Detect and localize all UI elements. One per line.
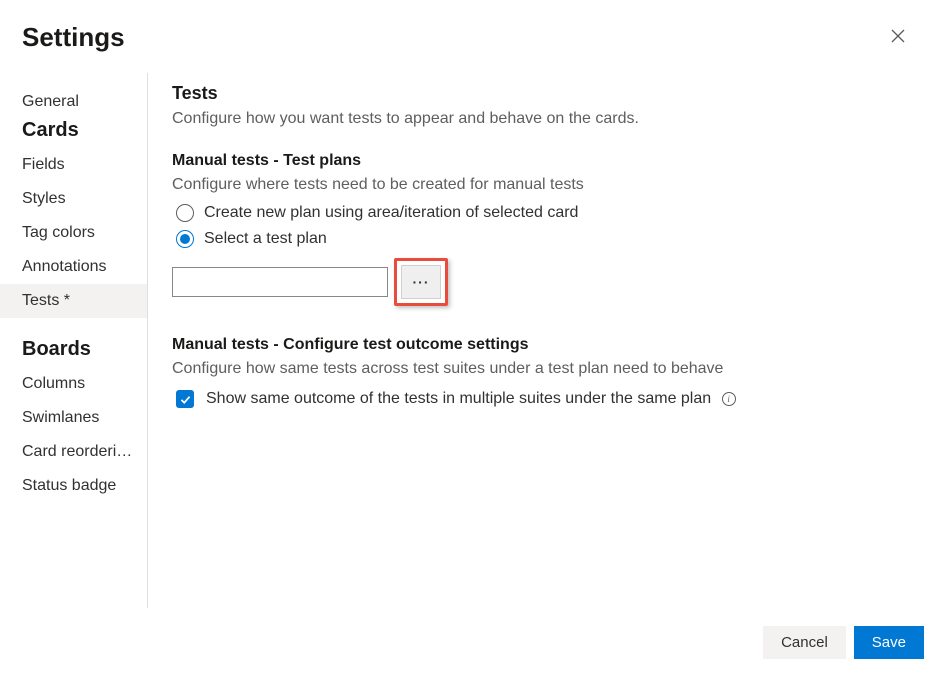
radio-row-select-plan[interactable]: Select a test plan bbox=[176, 230, 912, 248]
subsection-title-plans: Manual tests - Test plans bbox=[172, 152, 912, 170]
browse-highlight: ··· bbox=[394, 258, 448, 306]
plan-select-row: ··· bbox=[172, 258, 912, 306]
subsection-title-outcome: Manual tests - Configure test outcome se… bbox=[172, 336, 912, 354]
sidebar-item-general[interactable]: General bbox=[0, 85, 147, 119]
subsection-desc-plans: Configure where tests need to be created… bbox=[172, 176, 912, 194]
sidebar-item-fields[interactable]: Fields bbox=[0, 148, 147, 182]
section-desc-tests: Configure how you want tests to appear a… bbox=[172, 110, 912, 128]
sidebar-item-columns[interactable]: Columns bbox=[0, 367, 147, 401]
sidebar-item-tests[interactable]: Tests * bbox=[0, 284, 147, 318]
checkbox-row-same-outcome[interactable]: Show same outcome of the tests in multip… bbox=[176, 390, 912, 408]
sidebar-item-status-badge[interactable]: Status badge bbox=[0, 469, 147, 503]
dialog-footer: Cancel Save bbox=[745, 614, 942, 673]
close-button[interactable] bbox=[884, 22, 912, 50]
section-title-tests: Tests bbox=[172, 83, 912, 104]
radio-row-create-plan[interactable]: Create new plan using area/iteration of … bbox=[176, 204, 912, 222]
dialog-body: General Cards Fields Styles Tag colors A… bbox=[0, 73, 942, 608]
radio-select-plan[interactable] bbox=[176, 230, 194, 248]
checkbox-same-outcome[interactable] bbox=[176, 390, 194, 408]
sidebar-group-boards: Boards bbox=[0, 318, 147, 367]
cancel-button[interactable]: Cancel bbox=[763, 626, 846, 659]
sidebar-item-swimlanes[interactable]: Swimlanes bbox=[0, 401, 147, 435]
sidebar-item-reorder[interactable]: Card reorderi… bbox=[0, 435, 147, 469]
outcome-section: Manual tests - Configure test outcome se… bbox=[172, 336, 912, 408]
dialog-header: Settings bbox=[0, 0, 942, 73]
subsection-desc-outcome: Configure how same tests across test sui… bbox=[172, 360, 912, 378]
checkmark-icon bbox=[179, 393, 192, 406]
radio-label-select-plan: Select a test plan bbox=[204, 230, 327, 248]
checkbox-label-same-outcome: Show same outcome of the tests in multip… bbox=[206, 390, 736, 408]
dialog-title: Settings bbox=[22, 22, 125, 53]
test-plan-input[interactable] bbox=[172, 267, 388, 297]
ellipsis-icon: ··· bbox=[413, 274, 430, 290]
browse-plan-button[interactable]: ··· bbox=[401, 265, 441, 299]
close-icon bbox=[890, 28, 906, 44]
settings-sidebar: General Cards Fields Styles Tag colors A… bbox=[0, 73, 148, 608]
sidebar-group-cards: Cards bbox=[0, 119, 147, 148]
checkbox-text: Show same outcome of the tests in multip… bbox=[206, 390, 711, 407]
settings-content: Tests Configure how you want tests to ap… bbox=[148, 73, 942, 608]
radio-create-plan[interactable] bbox=[176, 204, 194, 222]
save-button[interactable]: Save bbox=[854, 626, 924, 659]
radio-label-create-plan: Create new plan using area/iteration of … bbox=[204, 204, 578, 222]
info-icon[interactable]: i bbox=[722, 392, 736, 406]
sidebar-item-annotations[interactable]: Annotations bbox=[0, 250, 147, 284]
sidebar-item-tag-colors[interactable]: Tag colors bbox=[0, 216, 147, 250]
sidebar-item-styles[interactable]: Styles bbox=[0, 182, 147, 216]
